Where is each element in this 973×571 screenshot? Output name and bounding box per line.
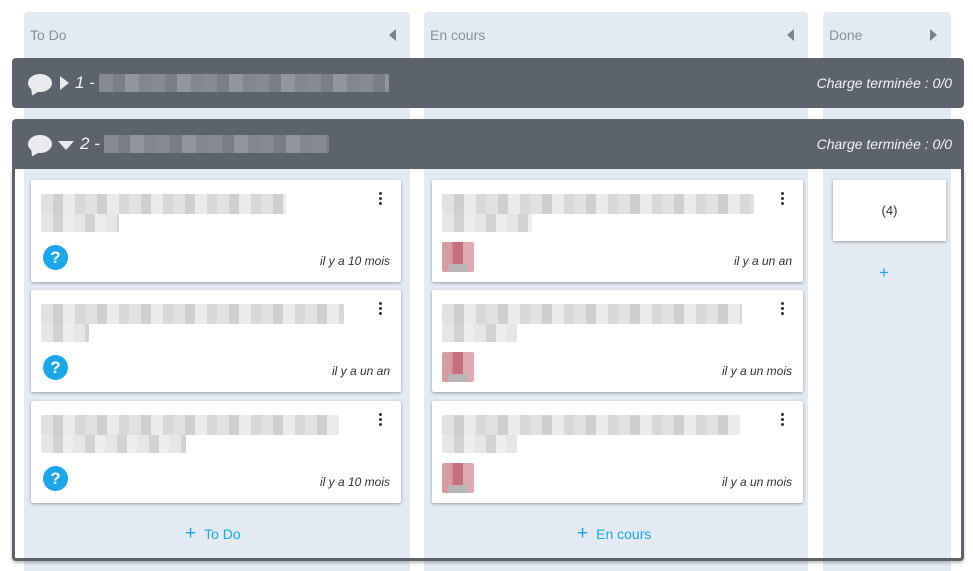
plus-icon: + bbox=[577, 523, 589, 544]
card-timestamp: il y a un mois bbox=[721, 364, 792, 378]
more-options-icon[interactable] bbox=[781, 302, 785, 315]
column-title: En cours bbox=[430, 27, 486, 43]
redacted-card-title bbox=[442, 324, 517, 342]
task-card[interactable]: ? il y a 10 mois bbox=[31, 401, 401, 503]
column-title: Done bbox=[829, 27, 863, 43]
redacted-card-title bbox=[41, 324, 89, 342]
add-todo-button[interactable]: + To Do bbox=[185, 524, 241, 543]
task-card[interactable]: il y a un mois bbox=[432, 401, 803, 503]
done-count-card[interactable]: (4) bbox=[833, 180, 946, 241]
task-card[interactable]: ? il y a 10 mois bbox=[31, 180, 401, 282]
redacted-card-title bbox=[41, 194, 286, 214]
collapse-arrow-icon[interactable] bbox=[58, 141, 74, 150]
more-options-icon[interactable] bbox=[379, 192, 383, 205]
question-icon: ? bbox=[43, 466, 68, 491]
collapse-left-icon[interactable] bbox=[787, 29, 794, 41]
task-card[interactable]: il y a un an bbox=[432, 180, 803, 282]
more-options-icon[interactable] bbox=[781, 192, 785, 205]
kanban-board: To Do En cours Done 1 - Charge terminée … bbox=[0, 0, 973, 571]
task-card[interactable]: il y a un mois bbox=[432, 290, 803, 392]
redacted-card-title bbox=[442, 214, 532, 232]
column-header-encours: En cours bbox=[424, 12, 808, 58]
comment-icon[interactable] bbox=[28, 74, 52, 92]
add-encours-button[interactable]: + En cours bbox=[577, 524, 651, 543]
card-timestamp: il y a un mois bbox=[721, 475, 792, 489]
expand-arrow-icon[interactable] bbox=[60, 76, 69, 90]
redacted-card-title bbox=[442, 194, 754, 214]
done-count: (4) bbox=[881, 203, 898, 218]
avatar bbox=[442, 463, 474, 493]
redacted-card-title bbox=[41, 415, 339, 435]
redacted-card-title bbox=[442, 435, 517, 453]
redacted-title bbox=[103, 135, 329, 153]
card-timestamp: il y a un an bbox=[733, 254, 792, 268]
question-icon: ? bbox=[43, 355, 68, 380]
card-timestamp: il y a 10 mois bbox=[319, 254, 390, 268]
add-todo-label: To Do bbox=[204, 525, 241, 542]
redacted-card-title bbox=[442, 415, 740, 435]
column-title: To Do bbox=[30, 27, 67, 43]
column-header-done: Done bbox=[823, 12, 951, 58]
redacted-card-title bbox=[41, 214, 119, 232]
task-card[interactable]: ? il y a un an bbox=[31, 290, 401, 392]
more-options-icon[interactable] bbox=[781, 413, 785, 426]
redacted-card-title bbox=[41, 304, 344, 324]
swimlane-summary: Charge terminée : 0/0 bbox=[816, 136, 952, 152]
add-card-button[interactable]: + bbox=[879, 263, 889, 283]
swimlane-summary: Charge terminée : 0/0 bbox=[816, 75, 952, 91]
more-options-icon[interactable] bbox=[379, 302, 383, 315]
redacted-title bbox=[98, 74, 389, 92]
redacted-card-title bbox=[442, 304, 742, 324]
add-encours-label: En cours bbox=[596, 525, 652, 542]
avatar bbox=[442, 242, 474, 272]
swimlane-title: 2 - bbox=[80, 134, 100, 153]
question-icon: ? bbox=[43, 245, 68, 270]
card-timestamp: il y a un an bbox=[331, 364, 390, 378]
more-options-icon[interactable] bbox=[379, 413, 383, 426]
card-timestamp: il y a 10 mois bbox=[319, 475, 390, 489]
redacted-card-title bbox=[41, 435, 186, 453]
swimlane-title: 1 - bbox=[75, 73, 95, 92]
expand-right-icon[interactable] bbox=[930, 29, 937, 41]
collapse-left-icon[interactable] bbox=[389, 29, 396, 41]
avatar bbox=[442, 352, 474, 382]
comment-icon[interactable] bbox=[28, 135, 52, 153]
plus-icon: + bbox=[185, 523, 197, 544]
swimlane-2[interactable]: 2 - Charge terminée : 0/0 bbox=[12, 119, 964, 169]
column-header-todo: To Do bbox=[24, 12, 410, 58]
swimlane-1[interactable]: 1 - Charge terminée : 0/0 bbox=[12, 58, 964, 108]
